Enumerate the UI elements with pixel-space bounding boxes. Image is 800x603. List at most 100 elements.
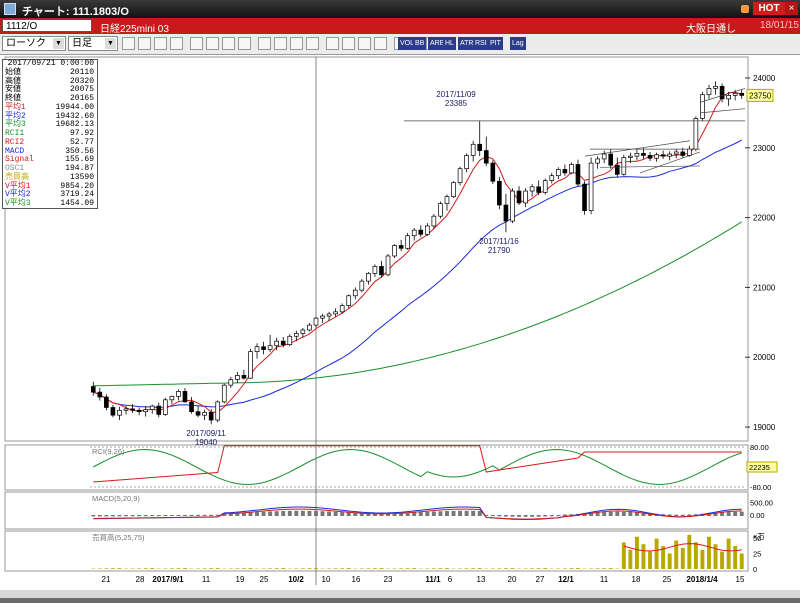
- candle-body: [380, 266, 384, 274]
- candle-body: [137, 410, 141, 411]
- x-axis-label: 11: [202, 575, 211, 584]
- trendline-icon[interactable]: [138, 37, 151, 50]
- volume-bar: [681, 548, 685, 569]
- volume-bar: [144, 568, 148, 569]
- exchange-name: 大阪日通し: [686, 20, 736, 35]
- indicator-button-rsi[interactable]: RSI: [473, 37, 489, 50]
- macd-osc-bar: [334, 512, 338, 516]
- fibonacci-icon[interactable]: [290, 37, 303, 50]
- data-window: 2017/09/21 0:00:00 始値20110高値20320安値20075…: [2, 59, 98, 209]
- candle-body: [694, 118, 698, 149]
- candle-body: [111, 407, 115, 415]
- candle-body: [543, 181, 547, 193]
- volume-tick-label: 0: [753, 565, 757, 574]
- indicator-button-bb[interactable]: BB: [413, 37, 426, 50]
- volume-bar: [249, 568, 253, 569]
- grid-icon[interactable]: [222, 37, 235, 50]
- drawing-icon[interactable]: [274, 37, 287, 50]
- volume-bar: [465, 568, 469, 569]
- macd-osc-bar: [458, 511, 462, 516]
- macd-osc-bar: [497, 515, 501, 516]
- candle-body: [491, 163, 495, 181]
- macd-osc-bar: [530, 515, 534, 517]
- indicator-button-pit[interactable]: PIT: [488, 37, 503, 50]
- volume-bar: [118, 568, 122, 569]
- scroll-left-icon[interactable]: [190, 37, 203, 50]
- volume-bar: [176, 568, 180, 569]
- chart-toolbar: ローソク ▼ 日足 ▼ VOLBBAREHLATRRSIPITLag: [0, 34, 800, 55]
- symbol-code-input[interactable]: 1112/O: [2, 19, 92, 32]
- macd-osc-bar: [307, 511, 311, 516]
- candle-body: [307, 325, 311, 330]
- delete-icon[interactable]: [306, 37, 319, 50]
- print-icon[interactable]: [326, 37, 339, 50]
- zoom-out-icon[interactable]: [170, 37, 183, 50]
- candle-body: [497, 181, 501, 205]
- candle-body: [537, 187, 541, 193]
- candle-body: [150, 406, 154, 409]
- macd-osc-bar: [301, 511, 305, 516]
- volume-bar: [569, 568, 573, 569]
- chart-area[interactable]: 240002300022000210002000019000237502017/…: [0, 55, 800, 598]
- macd-osc-bar: [615, 512, 619, 516]
- candle-body: [681, 152, 685, 155]
- chart-type-select[interactable]: ローソク ▼: [2, 36, 66, 51]
- volume-bar: [281, 568, 285, 569]
- candle-body: [465, 155, 469, 168]
- candle-body: [668, 154, 672, 156]
- settings-icon[interactable]: [342, 37, 355, 50]
- macd-osc-bar: [602, 512, 606, 516]
- candle-body: [373, 266, 377, 273]
- macd-osc-bar: [438, 511, 442, 516]
- volume-bar: [563, 568, 567, 569]
- candle-body: [294, 333, 298, 336]
- candle-body: [288, 336, 292, 344]
- volume-bar: [432, 568, 436, 569]
- indicator-button-lag[interactable]: Lag: [510, 37, 526, 50]
- volume-bar: [543, 568, 547, 569]
- volume-bar: [635, 537, 639, 569]
- volume-bar: [471, 568, 475, 569]
- volume-bar: [727, 539, 731, 569]
- price-tick-label: 19000: [753, 423, 776, 432]
- candle-body: [131, 409, 135, 410]
- volume-bar: [150, 568, 154, 569]
- macd-osc-bar: [504, 515, 508, 517]
- flag-icon[interactable]: [238, 37, 251, 50]
- macd-osc-bar: [491, 515, 495, 516]
- chart-canvas[interactable]: 240002300022000210002000019000237502017/…: [0, 55, 800, 598]
- macd-osc-bar: [255, 512, 259, 516]
- hot-button[interactable]: HOT: [753, 2, 785, 15]
- x-axis-label: 12/1: [558, 575, 574, 584]
- macd-osc-bar: [203, 515, 207, 516]
- cursor-icon[interactable]: [258, 37, 271, 50]
- macd-osc-bar: [209, 515, 213, 516]
- compare-icon[interactable]: [374, 37, 387, 50]
- annotation-date: 2017/11/16: [479, 237, 519, 246]
- candle-body: [235, 375, 239, 379]
- crosshair-icon[interactable]: [122, 37, 135, 50]
- volume-bar: [111, 568, 115, 569]
- candle-body: [484, 151, 488, 164]
- indicator-icon[interactable]: [358, 37, 371, 50]
- zoom-in-icon[interactable]: [154, 37, 167, 50]
- period-select[interactable]: 日足 ▼: [68, 36, 118, 51]
- volume-bar: [694, 542, 698, 569]
- current-price-label: 23750: [749, 91, 772, 100]
- window-title: チャート: 111.1803/O: [22, 3, 129, 19]
- chart-window-icon: [4, 3, 16, 15]
- macd-osc-bar: [170, 515, 174, 516]
- rci-tick-label: 80.00: [750, 443, 769, 452]
- macd-tick-label: 0.00: [750, 511, 765, 520]
- indicator-button-hl[interactable]: HL: [443, 37, 456, 50]
- close-button[interactable]: ×: [785, 2, 798, 15]
- price-panel: [5, 57, 748, 441]
- horizontal-scrollbar[interactable]: [0, 590, 800, 598]
- volume-bar: [183, 568, 187, 569]
- volume-bar: [334, 568, 338, 569]
- x-axis-label: 11/1: [425, 575, 441, 584]
- volume-bar: [628, 550, 632, 569]
- candle-body: [563, 169, 567, 172]
- volume-bar: [648, 552, 652, 569]
- scroll-right-icon[interactable]: [206, 37, 219, 50]
